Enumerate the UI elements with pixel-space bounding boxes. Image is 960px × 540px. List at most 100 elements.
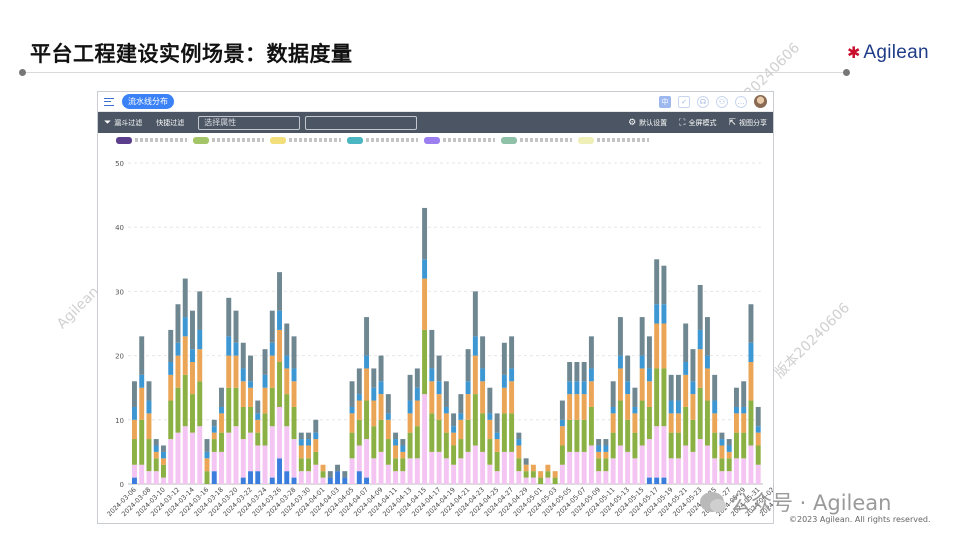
legend-entry[interactable] bbox=[116, 136, 187, 144]
bar-segment bbox=[190, 310, 195, 350]
bar-segment bbox=[356, 419, 362, 446]
bar-segment bbox=[385, 419, 391, 440]
bar-segment bbox=[146, 400, 152, 414]
fullscreen-button[interactable]: ⛶ 全屏模式 bbox=[679, 118, 716, 128]
y-tick-label: 20 bbox=[115, 353, 124, 361]
bar-segment bbox=[320, 477, 326, 484]
language-icon[interactable]: 中 bbox=[659, 95, 671, 108]
bar-segment bbox=[298, 439, 304, 446]
share-view-button[interactable]: ⇱ 视图分享 bbox=[728, 118, 767, 128]
bar-segment bbox=[472, 291, 478, 337]
bar-segment bbox=[516, 445, 522, 459]
wechat-footer: 公众号 · Agilean bbox=[700, 487, 892, 517]
bar-segment bbox=[697, 387, 703, 440]
bar-segment bbox=[443, 413, 449, 433]
bar-segment bbox=[480, 368, 486, 382]
bar-segment bbox=[182, 278, 188, 318]
fullscreen-label: 全屏模式 bbox=[688, 118, 717, 127]
funnel-filter-button[interactable]: ⏷ 漏斗过滤 bbox=[104, 118, 142, 128]
bar-segment bbox=[639, 400, 645, 446]
bar-segment bbox=[262, 445, 268, 484]
bar-segment bbox=[291, 368, 297, 382]
bar-segment bbox=[233, 426, 239, 484]
quick-filter-label: 快捷过滤 bbox=[156, 118, 185, 127]
bar-segment bbox=[255, 419, 261, 433]
bar-segment bbox=[436, 394, 442, 420]
menu-icon[interactable] bbox=[104, 97, 114, 106]
bar-segment bbox=[168, 362, 174, 375]
bar-segment bbox=[567, 394, 573, 420]
bar-segment bbox=[400, 439, 406, 446]
bar-segment bbox=[472, 394, 478, 446]
bar-segment bbox=[240, 439, 246, 478]
check-icon[interactable]: ✓ bbox=[678, 95, 690, 108]
bar-segment bbox=[690, 419, 696, 452]
bar-segment bbox=[472, 336, 478, 356]
legend-entry[interactable] bbox=[270, 136, 341, 144]
default-settings-button[interactable]: ⚙ 默认设置 bbox=[628, 118, 667, 128]
bar-segment bbox=[639, 317, 645, 356]
bar-segment bbox=[617, 317, 623, 356]
legend-entry[interactable] bbox=[578, 136, 649, 144]
bar-segment bbox=[313, 419, 319, 433]
bar-segment bbox=[726, 439, 732, 446]
chat-icon[interactable]: … bbox=[735, 95, 747, 108]
divider-dot-right bbox=[843, 69, 850, 76]
bar-segment bbox=[233, 342, 239, 356]
bar-segment bbox=[748, 362, 754, 401]
bar-segment bbox=[182, 426, 188, 484]
legend-label-obscured bbox=[520, 138, 572, 142]
bar-segment bbox=[516, 471, 522, 484]
bar-segment bbox=[233, 355, 239, 388]
bar-segment bbox=[567, 451, 573, 484]
bar-segment bbox=[291, 336, 297, 369]
bar-segment bbox=[429, 451, 435, 484]
bar-segment bbox=[632, 406, 638, 414]
bar-segment bbox=[530, 464, 536, 472]
legend-entry[interactable] bbox=[501, 136, 572, 144]
wechat-icon bbox=[700, 492, 726, 512]
bar-segment bbox=[204, 458, 210, 472]
tree-icon[interactable]: ⚇ bbox=[716, 95, 728, 108]
legend-entry[interactable] bbox=[193, 136, 264, 144]
bar-segment bbox=[320, 464, 326, 472]
quick-filter-input[interactable] bbox=[305, 115, 418, 130]
avatar[interactable] bbox=[754, 95, 767, 108]
bar-segment bbox=[690, 349, 696, 382]
bar-segment bbox=[596, 445, 602, 452]
support-icon[interactable]: ☊ bbox=[697, 95, 709, 108]
bar-segment bbox=[153, 451, 159, 459]
bar-segment bbox=[516, 458, 522, 472]
bar-segment bbox=[298, 445, 304, 459]
bar-segment bbox=[182, 317, 188, 337]
bar-segment bbox=[603, 458, 609, 472]
bar-segment bbox=[726, 451, 732, 459]
bar-segment bbox=[545, 464, 551, 472]
bar-segment bbox=[168, 329, 174, 363]
attribute-select-placeholder: 选择属性 bbox=[204, 118, 237, 127]
bar-segment bbox=[719, 458, 725, 472]
bar-segment bbox=[197, 426, 203, 484]
bar-segment bbox=[168, 439, 174, 484]
bar-segment bbox=[342, 471, 348, 478]
bar-segment bbox=[204, 471, 210, 484]
bar-segment bbox=[668, 400, 674, 414]
bar-segment bbox=[458, 439, 464, 459]
bar-segment bbox=[168, 400, 174, 440]
legend-swatch bbox=[578, 136, 594, 144]
bar-segment bbox=[465, 349, 471, 382]
attribute-select[interactable]: 选择属性 bbox=[198, 115, 301, 130]
y-tick-label: 0 bbox=[120, 481, 124, 489]
legend-entry[interactable] bbox=[424, 136, 495, 144]
bar-segment bbox=[480, 451, 486, 484]
legend-entry[interactable] bbox=[347, 136, 418, 144]
bar-segment bbox=[248, 381, 253, 388]
bar-segment bbox=[530, 477, 536, 484]
bar-segment bbox=[146, 471, 152, 484]
view-tab-pipeline-distribution[interactable]: 流水线分布 bbox=[122, 94, 174, 109]
bar-segment bbox=[458, 419, 464, 440]
bar-segment bbox=[400, 471, 406, 484]
bar-segment bbox=[596, 451, 602, 459]
bar-segment bbox=[327, 471, 333, 478]
bar-segment bbox=[501, 413, 507, 452]
